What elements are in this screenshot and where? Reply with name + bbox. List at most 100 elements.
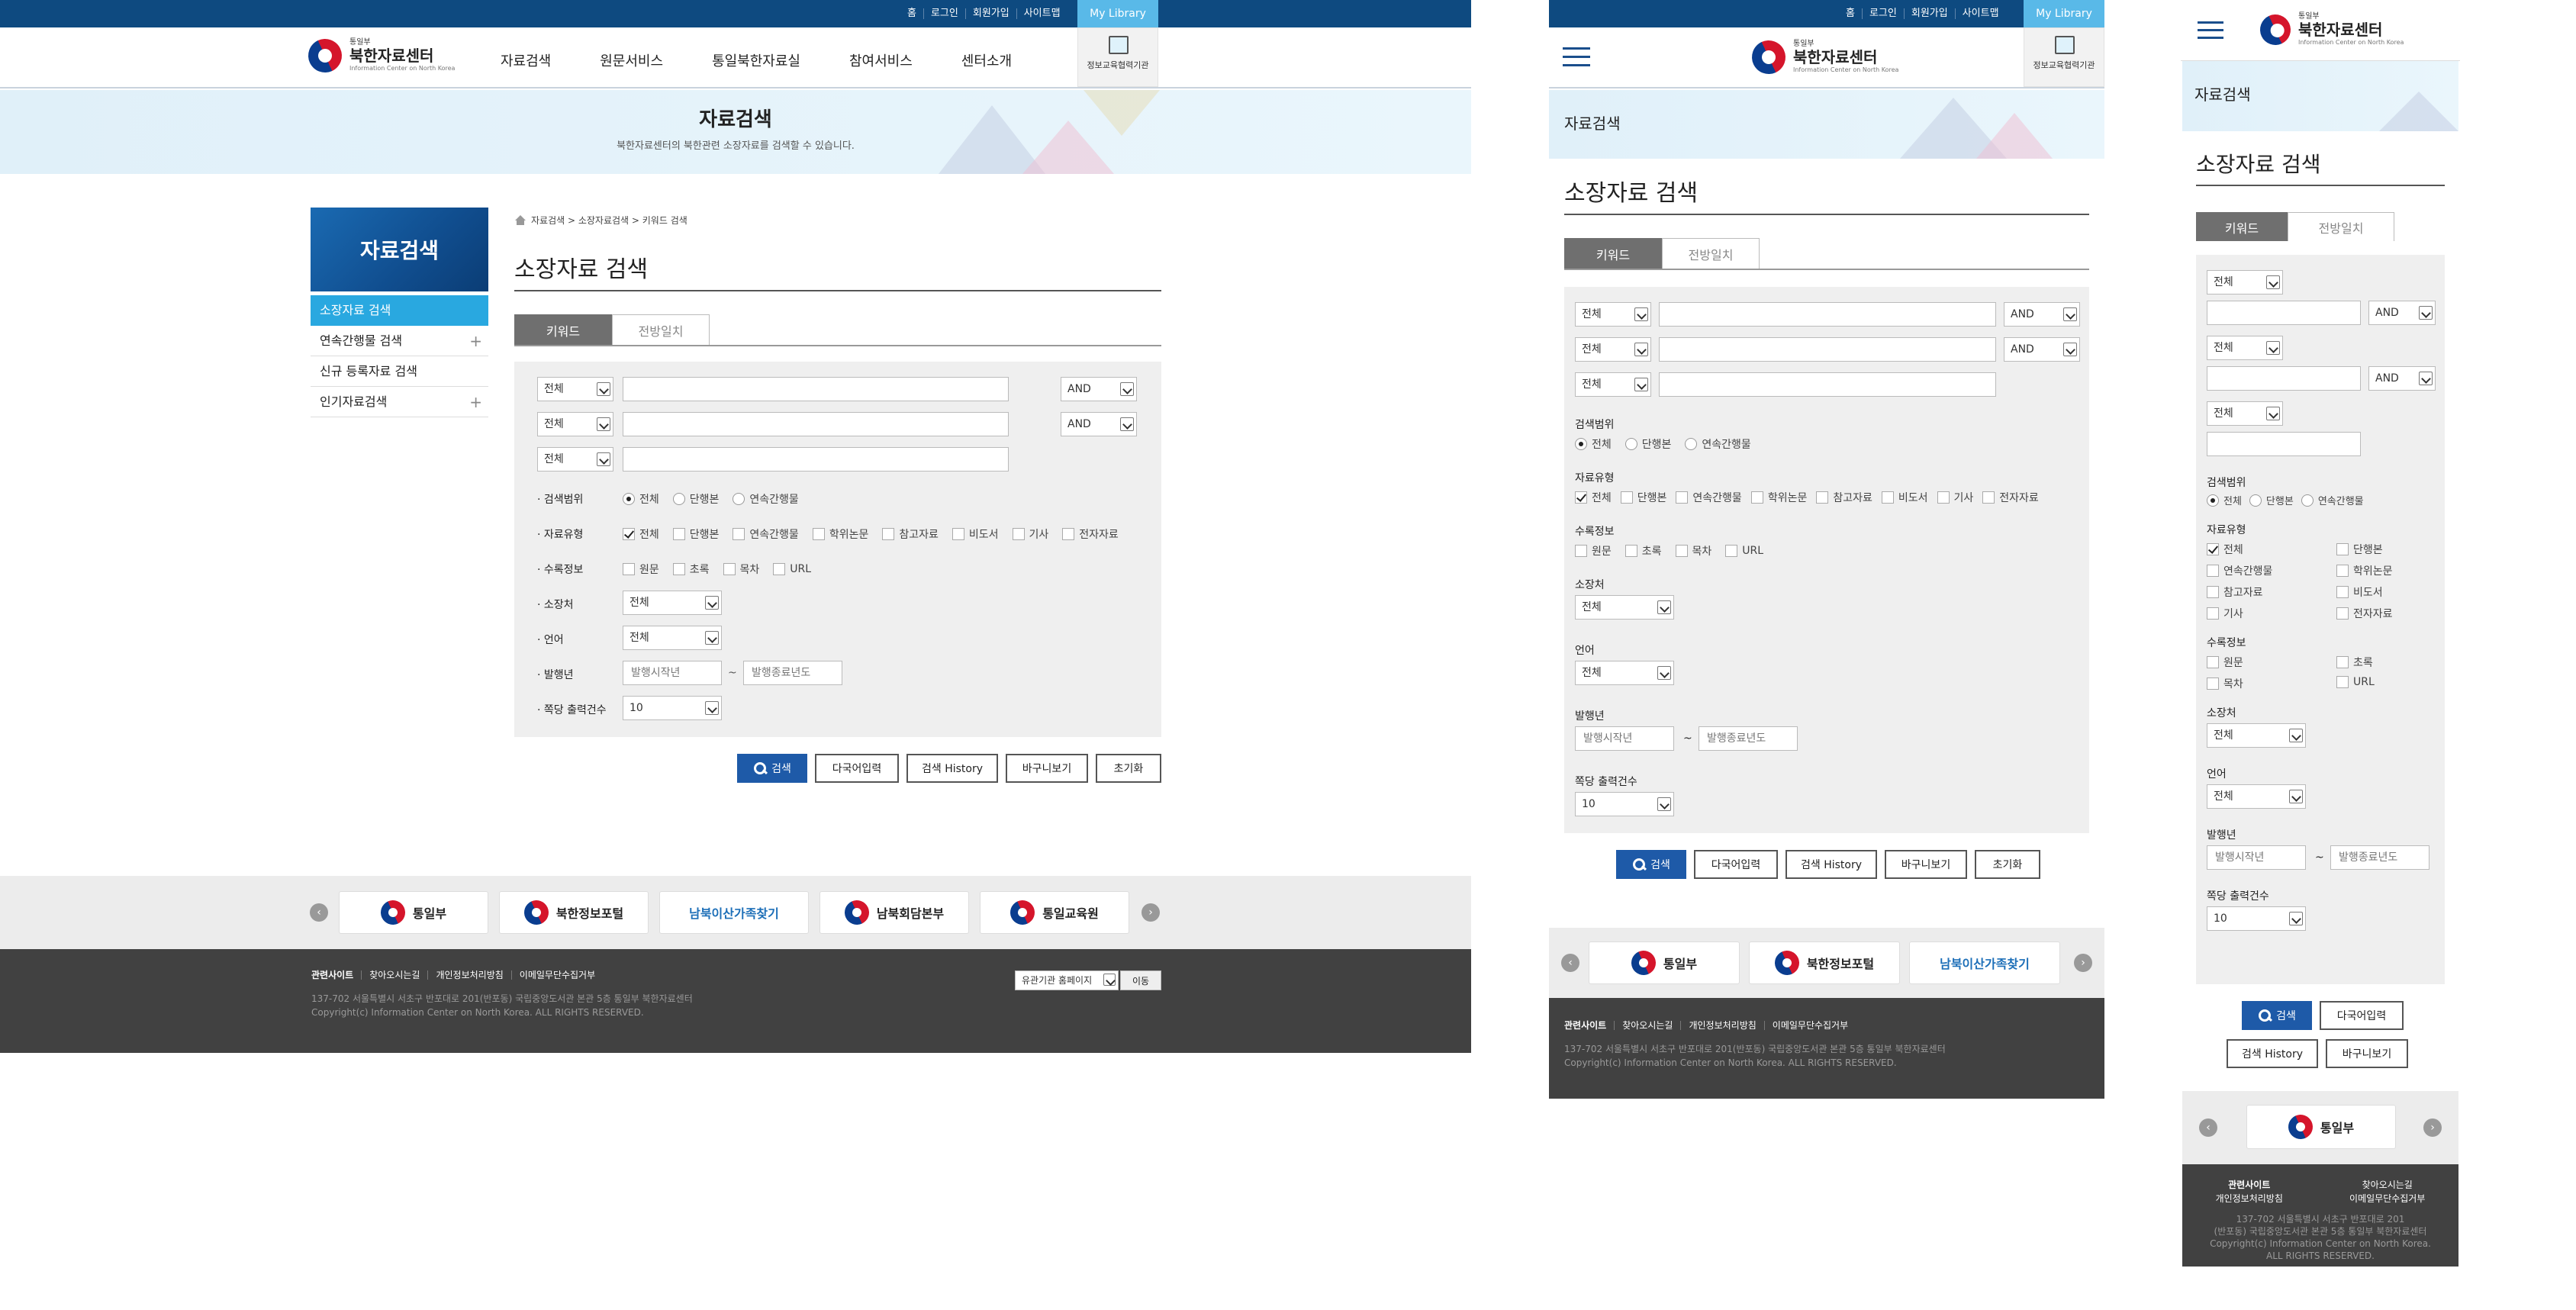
edu-partner-badge[interactable]: 정보교육협력기관 — [1077, 27, 1158, 87]
scope-serial[interactable]: 연속간행물 — [2301, 493, 2364, 507]
scope-mono[interactable]: 단행본 — [672, 491, 719, 507]
keyword-input-2[interactable] — [1659, 337, 1996, 362]
field-select-2[interactable]: 전체 — [2207, 336, 2283, 360]
record-abstract[interactable]: 초록 — [2336, 655, 2373, 670]
scope-mono[interactable]: 단행본 — [2249, 493, 2294, 507]
breadcrumb-path[interactable]: 자료검색 > 소장자료검색 > 키워드 검색 — [531, 214, 687, 227]
record-toc[interactable]: 목차 — [2207, 676, 2243, 691]
keyword-input-1[interactable] — [2207, 301, 2361, 325]
record-fulltext[interactable]: 원문 — [1575, 543, 1612, 558]
field-select-3[interactable]: 전체 — [537, 447, 613, 472]
footer-link-related[interactable]: 관련사이트 — [1564, 1021, 1615, 1030]
banner-education[interactable]: 통일교육원 — [980, 891, 1129, 934]
expand-icon[interactable]: + — [469, 326, 482, 356]
footer-link-related[interactable]: 관련사이트 — [2216, 1178, 2283, 1192]
banner-unification[interactable]: 통일부 — [2246, 1105, 2396, 1149]
type-article[interactable]: 기사 — [2207, 606, 2243, 621]
family-site-select[interactable]: 유관기관 홈페이지 — [1015, 970, 1119, 990]
tab-keyword[interactable]: 키워드 — [1564, 238, 1662, 269]
reset-button[interactable]: 초기화 — [1096, 754, 1161, 783]
type-nonbook[interactable]: 비도서 — [952, 526, 999, 542]
field-select-2[interactable]: 전체 — [537, 412, 613, 436]
op-select-1[interactable]: AND — [1061, 377, 1137, 401]
multilang-button[interactable]: 다국어입력 — [1694, 850, 1778, 879]
multilang-button[interactable]: 다국어입력 — [2320, 1001, 2404, 1030]
footer-link-directions[interactable]: 찾아오시는길 — [2349, 1178, 2425, 1192]
keyword-input-3[interactable] — [623, 447, 1009, 472]
basket-button[interactable]: 바구니보기 — [1885, 850, 1967, 879]
type-serial[interactable]: 연속간행물 — [1676, 490, 1742, 505]
type-nonbook[interactable]: 비도서 — [1881, 490, 1928, 505]
tab-prefix[interactable]: 전방일치 — [2288, 212, 2394, 241]
year-end-input[interactable]: 발행종료년도 — [2330, 845, 2429, 870]
hamburger-menu-icon[interactable] — [1563, 47, 1590, 67]
field-select-1[interactable]: 전체 — [2207, 270, 2283, 295]
tab-prefix[interactable]: 전방일치 — [612, 314, 710, 345]
type-all[interactable]: 전체 — [1575, 490, 1612, 505]
gnb-about[interactable]: 센터소개 — [961, 50, 1012, 70]
scope-serial[interactable]: 연속간행물 — [1685, 436, 1751, 452]
type-all[interactable]: 전체 — [623, 526, 659, 542]
type-serial[interactable]: 연속간행물 — [733, 526, 799, 542]
type-reference[interactable]: 참고자료 — [1816, 490, 1872, 505]
footer-link-directions[interactable]: 찾아오시는길 — [362, 970, 429, 980]
sidebar-item-holdings[interactable]: 소장자료 검색 — [311, 295, 488, 326]
type-reference[interactable]: 참고자료 — [882, 526, 939, 542]
type-article[interactable]: 기사 — [1937, 490, 1973, 505]
scope-all[interactable]: 전체 — [623, 491, 659, 507]
my-library-button[interactable]: My Library — [2024, 0, 2104, 27]
record-abstract[interactable]: 초록 — [1624, 543, 1662, 558]
basket-button[interactable]: 바구니보기 — [1006, 754, 1088, 783]
perpage-select[interactable]: 10 — [623, 696, 722, 720]
type-thesis[interactable]: 학위논문 — [2336, 563, 2393, 578]
util-join-link[interactable]: 회원가입 — [966, 8, 1017, 19]
type-reference[interactable]: 참고자료 — [2207, 584, 2263, 600]
holding-select[interactable]: 전체 — [623, 591, 722, 615]
footer-link-email[interactable]: 이메일무단수집거부 — [512, 970, 603, 980]
next-arrow-icon[interactable]: › — [1141, 903, 1160, 922]
record-fulltext[interactable]: 원문 — [2207, 655, 2243, 670]
tab-prefix[interactable]: 전방일치 — [1662, 238, 1760, 269]
sidebar-item-new[interactable]: 신규 등록자료 검색 — [311, 356, 488, 387]
util-sitemap-link[interactable]: 사이트맵 — [1017, 8, 1067, 19]
util-join-link[interactable]: 회원가입 — [1905, 8, 1956, 19]
op-select-1[interactable]: AND — [2004, 302, 2080, 327]
footer-link-privacy[interactable]: 개인정보처리방침 — [2216, 1192, 2283, 1205]
field-select-3[interactable]: 전체 — [2207, 401, 2283, 426]
field-select-2[interactable]: 전체 — [1575, 337, 1651, 362]
util-home-link[interactable]: 홈 — [1839, 8, 1863, 19]
banner-nk-portal[interactable]: 북한정보포털 — [499, 891, 649, 934]
footer-link-privacy[interactable]: 개인정보처리방침 — [428, 970, 512, 980]
type-thesis[interactable]: 학위논문 — [812, 526, 868, 542]
year-start-input[interactable]: 발행시작년 — [2207, 845, 2306, 870]
year-end-input[interactable]: 발행종료년도 — [743, 661, 842, 685]
keyword-input-3[interactable] — [1659, 372, 1996, 397]
next-arrow-icon[interactable]: › — [2074, 954, 2092, 972]
footer-link-email[interactable]: 이메일무단수집거부 — [1765, 1021, 1856, 1030]
type-serial[interactable]: 연속간행물 — [2207, 563, 2272, 578]
type-thesis[interactable]: 학위논문 — [1750, 490, 1807, 505]
home-icon[interactable] — [514, 215, 526, 225]
my-library-button[interactable]: My Library — [1077, 0, 1158, 27]
op-select-1[interactable]: AND — [2368, 301, 2436, 325]
banner-family[interactable]: 남북이산가족찾기 — [1909, 941, 2060, 984]
type-all[interactable]: 전체 — [2207, 542, 2243, 557]
type-nonbook[interactable]: 비도서 — [2336, 584, 2383, 600]
util-home-link[interactable]: 홈 — [900, 8, 924, 19]
type-mono[interactable]: 단행본 — [672, 526, 719, 542]
footer-link-related[interactable]: 관련사이트 — [311, 970, 362, 980]
edu-partner-badge[interactable]: 정보교육협력기관 — [2024, 27, 2104, 87]
op-select-2[interactable]: AND — [2004, 337, 2080, 362]
site-logo[interactable]: 통일부 북한자료센터 Information Center on North K… — [2255, 8, 2404, 50]
next-arrow-icon[interactable]: › — [2423, 1118, 2442, 1137]
type-mono[interactable]: 단행본 — [1620, 490, 1666, 505]
type-mono[interactable]: 단행본 — [2336, 542, 2383, 557]
gnb-fulltext[interactable]: 원문서비스 — [600, 50, 663, 70]
holding-select[interactable]: 전체 — [2207, 723, 2306, 748]
footer-link-directions[interactable]: 찾아오시는길 — [1615, 1021, 1682, 1030]
gnb-participate[interactable]: 참여서비스 — [849, 50, 913, 70]
holding-select[interactable]: 전체 — [1575, 595, 1674, 620]
search-button[interactable]: 검색 — [2242, 1001, 2312, 1030]
keyword-input-1[interactable] — [1659, 302, 1996, 327]
util-login-link[interactable]: 로그인 — [1863, 8, 1905, 19]
